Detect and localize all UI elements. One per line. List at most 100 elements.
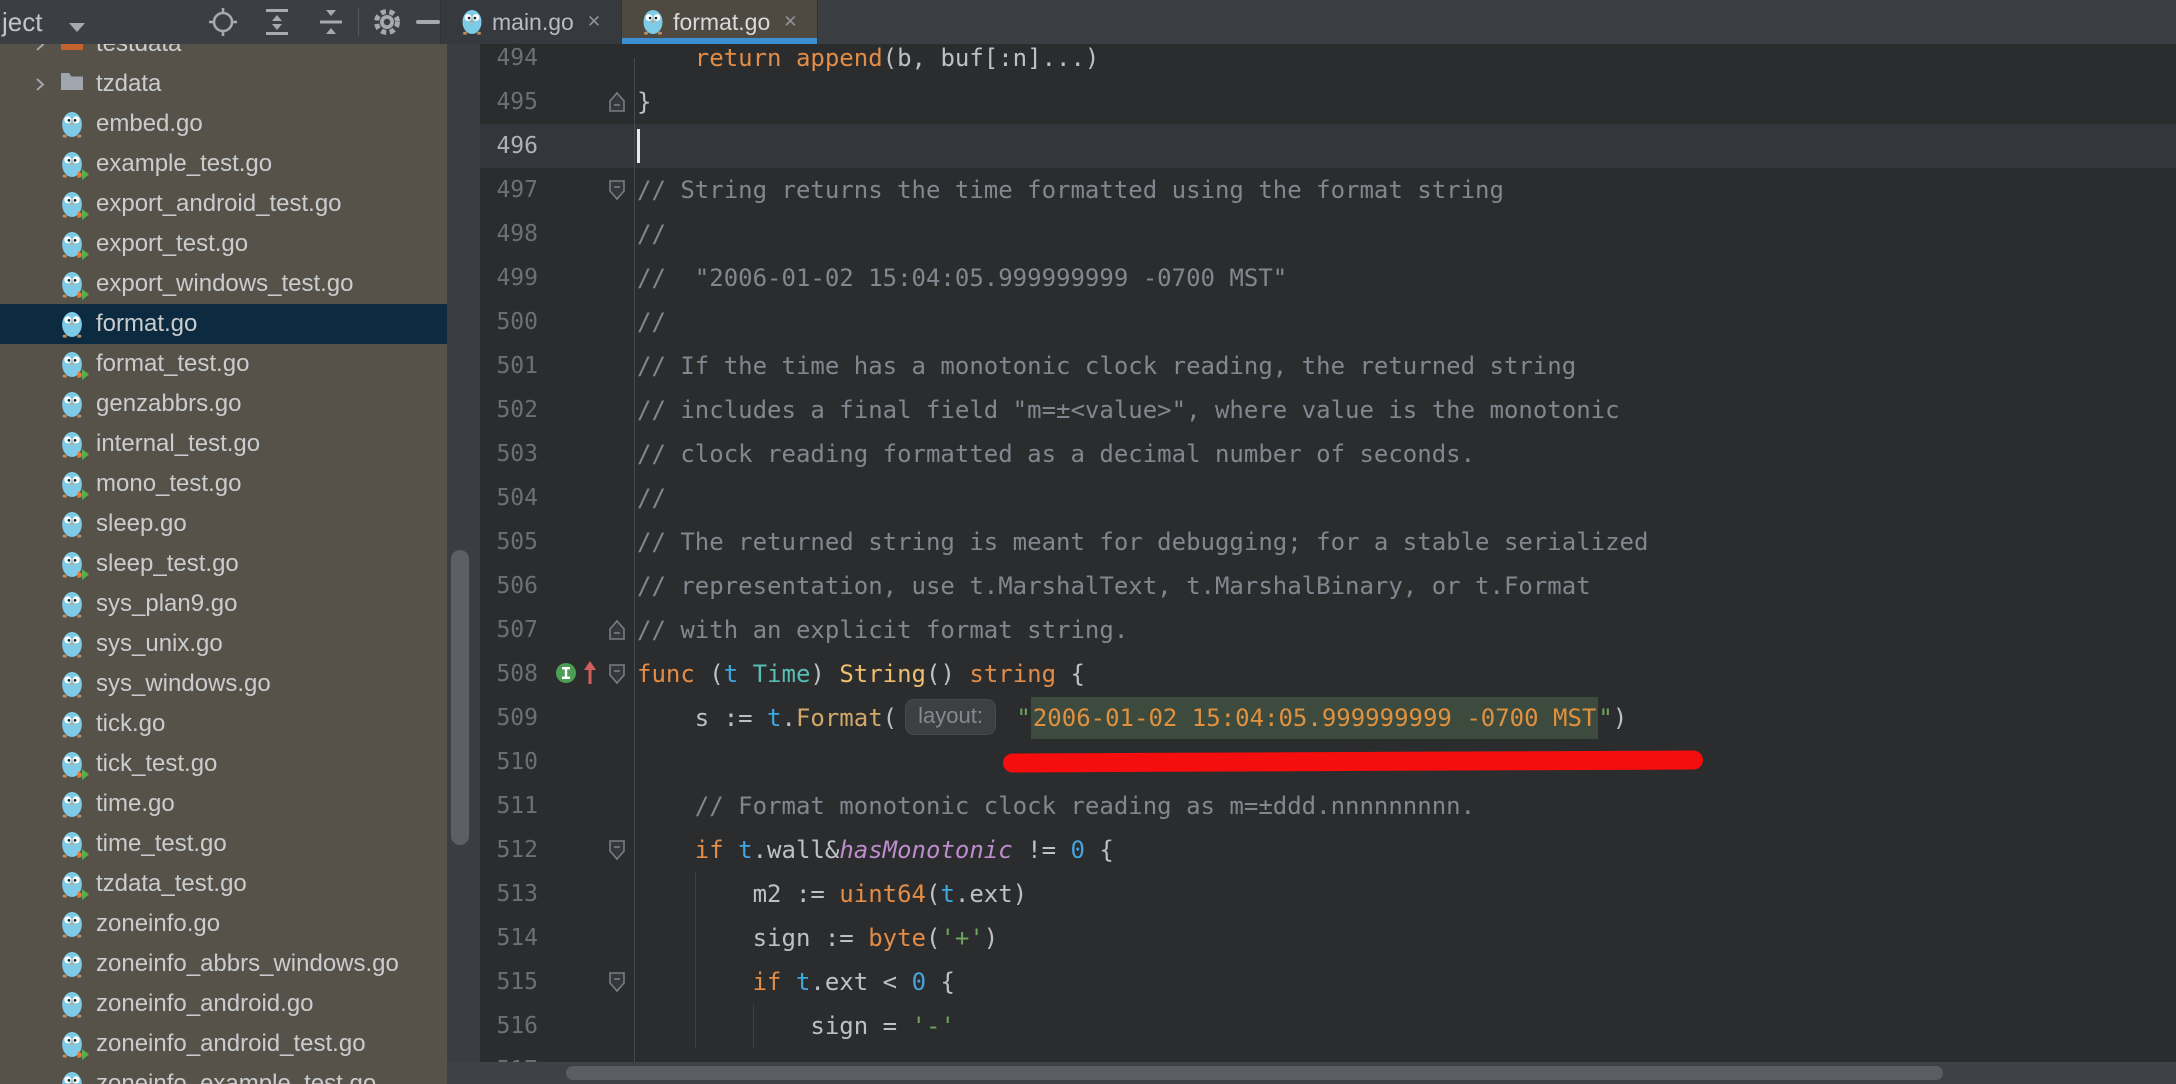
tree-item-zoneinfo_abbrs_windows-go[interactable]: zoneinfo_abbrs_windows.go [0,944,447,984]
tab-format-go[interactable]: format.go✕ [622,0,818,44]
horizontal-scrollbar-thumb[interactable] [566,1066,1943,1080]
code-line[interactable]: 501// If the time has a monotonic clock … [480,344,2176,388]
code-line[interactable]: 507// with an explicit format string. [480,608,2176,652]
fold-marker-icon[interactable] [608,839,626,866]
tree-item-export_windows_test-go[interactable]: export_windows_test.go [0,264,447,304]
code-line[interactable]: 514 sign := byte('+') [480,916,2176,960]
tree-item-internal_test-go[interactable]: internal_test.go [0,424,447,464]
code-line[interactable]: 499// "2006-01-02 15:04:05.999999999 -07… [480,256,2176,300]
ide-window: 494 return append(b, buf[:n]...)495}4964… [0,0,2176,1084]
tree-item-tzdata_test-go[interactable]: tzdata_test.go [0,864,447,904]
code-text: // [637,300,666,344]
tree-item-export_android_test-go[interactable]: export_android_test.go [0,184,447,224]
chevron-right-icon[interactable] [34,44,46,52]
code-line[interactable]: 495} [480,80,2176,124]
code-line[interactable]: 509 s := t.Format(layout: "2006-01-02 15… [480,696,2176,740]
tree-item-tzdata[interactable]: tzdata [0,64,447,104]
implements-interface-icon[interactable] [554,661,578,690]
code-line[interactable]: 497// String returns the time formatted … [480,168,2176,212]
code-token: m2 := [753,880,840,908]
horizontal-scrollbar-track[interactable] [447,1062,2176,1084]
tree-item-tick_test-go[interactable]: tick_test.go [0,744,447,784]
panel-scrollbar-thumb[interactable] [451,550,469,845]
tree-item-zoneinfo_example_test-go[interactable]: zoneinfo_example_test.go [0,1064,447,1084]
project-panel-title[interactable]: ject [2,7,42,38]
fold-marker-icon[interactable] [608,619,626,646]
code-line[interactable]: 496 [480,124,2176,168]
tab-main-go[interactable]: main.go✕ [441,0,622,44]
project-toolbar: ject [0,0,440,44]
tree-item-format_test-go[interactable]: format_test.go [0,344,447,384]
tree-item-label: zoneinfo_android.go [96,990,314,1018]
chevron-right-icon[interactable] [34,77,46,92]
tree-item-sleep_test-go[interactable]: sleep_test.go [0,544,447,584]
tree-item-genzabbrs-go[interactable]: genzabbrs.go [0,384,447,424]
fold-marker-icon[interactable] [608,179,626,206]
gear-icon[interactable] [372,7,402,37]
collapse-all-icon[interactable] [316,7,346,37]
code-line[interactable]: 502// includes a final field "m=±<value>… [480,388,2176,432]
code-line[interactable]: 503// clock reading formatted as a decim… [480,432,2176,476]
tree-item-testdata[interactable]: testdata [0,44,447,64]
locate-file-icon[interactable] [208,7,238,37]
tree-item-mono_test-go[interactable]: mono_test.go [0,464,447,504]
tree-item-label: export_windows_test.go [96,270,353,298]
code-token: // clock reading formatted as a decimal … [637,440,1475,468]
tree-item-tick-go[interactable]: tick.go [0,704,447,744]
code-token: .ext < [810,968,911,996]
code-editor[interactable]: 494 return append(b, buf[:n]...)495}4964… [480,0,2176,1084]
tree-item-sleep-go[interactable]: sleep.go [0,504,447,544]
tree-item-zoneinfo-go[interactable]: zoneinfo.go [0,904,447,944]
close-icon[interactable]: ✕ [587,12,601,32]
code-line[interactable]: 513 m2 := uint64(t.ext) [480,872,2176,916]
expand-all-icon[interactable] [262,7,292,37]
chevron-down-icon[interactable] [62,12,92,42]
panel-scrollbar-track[interactable] [447,44,480,1084]
code-line[interactable]: 511 // Format monotonic clock reading as… [480,784,2176,828]
tree-item-time-go[interactable]: time.go [0,784,447,824]
hide-panel-icon[interactable] [416,20,440,24]
tree-item-example_test-go[interactable]: example_test.go [0,144,447,184]
tree-item-embed-go[interactable]: embed.go [0,104,447,144]
code-line[interactable]: 512 if t.wall&hasMonotonic != 0 { [480,828,2176,872]
fold-marker-icon[interactable] [608,663,626,690]
code-line[interactable]: 515 if t.ext < 0 { [480,960,2176,1004]
code-text: m2 := uint64(t.ext) [637,872,1027,916]
tree-item-sys_unix-go[interactable]: sys_unix.go [0,624,447,664]
code-text: // representation, use t.MarshalText, t.… [637,564,1591,608]
tree-item-label: sys_windows.go [96,670,271,698]
code-line[interactable]: 505// The returned string is meant for d… [480,520,2176,564]
inlay-hint: layout: [905,699,996,735]
project-tree[interactable]: testdatatzdataembed.goexample_test.goexp… [0,44,447,1084]
tree-item-zoneinfo_android_test-go[interactable]: zoneinfo_android_test.go [0,1024,447,1064]
tree-item-zoneinfo_android-go[interactable]: zoneinfo_android.go [0,984,447,1024]
code-token: " [1016,704,1030,732]
code-text: } [637,80,651,124]
code-line[interactable]: 516 sign = '-' [480,1004,2176,1048]
code-line[interactable]: 508func (t Time) String() string { [480,652,2176,696]
code-line[interactable]: 504// [480,476,2176,520]
line-number: 498 [480,212,538,256]
code-token: // The returned string is meant for debu… [637,528,1648,556]
folder-icon [60,71,86,98]
go-test-file-icon [60,551,86,578]
code-line[interactable]: 498// [480,212,2176,256]
override-up-arrow-icon[interactable] [582,660,598,691]
close-icon[interactable]: ✕ [783,12,797,32]
line-number: 515 [480,960,538,1004]
tree-item-export_test-go[interactable]: export_test.go [0,224,447,264]
tree-item-label: genzabbrs.go [96,390,241,418]
code-line[interactable]: 500// [480,300,2176,344]
fold-marker-icon[interactable] [608,91,626,118]
tree-item-sys_windows-go[interactable]: sys_windows.go [0,664,447,704]
fold-marker-icon[interactable] [608,971,626,998]
go-test-file-icon [60,271,86,298]
code-token: Format [796,704,883,732]
tree-item-sys_plan9-go[interactable]: sys_plan9.go [0,584,447,624]
code-token: .wall& [753,836,840,864]
tree-item-time_test-go[interactable]: time_test.go [0,824,447,864]
line-number: 512 [480,828,538,872]
tree-item-label: zoneinfo_example_test.go [96,1070,376,1084]
tree-item-format-go[interactable]: format.go [0,304,447,344]
code-line[interactable]: 506// representation, use t.MarshalText,… [480,564,2176,608]
